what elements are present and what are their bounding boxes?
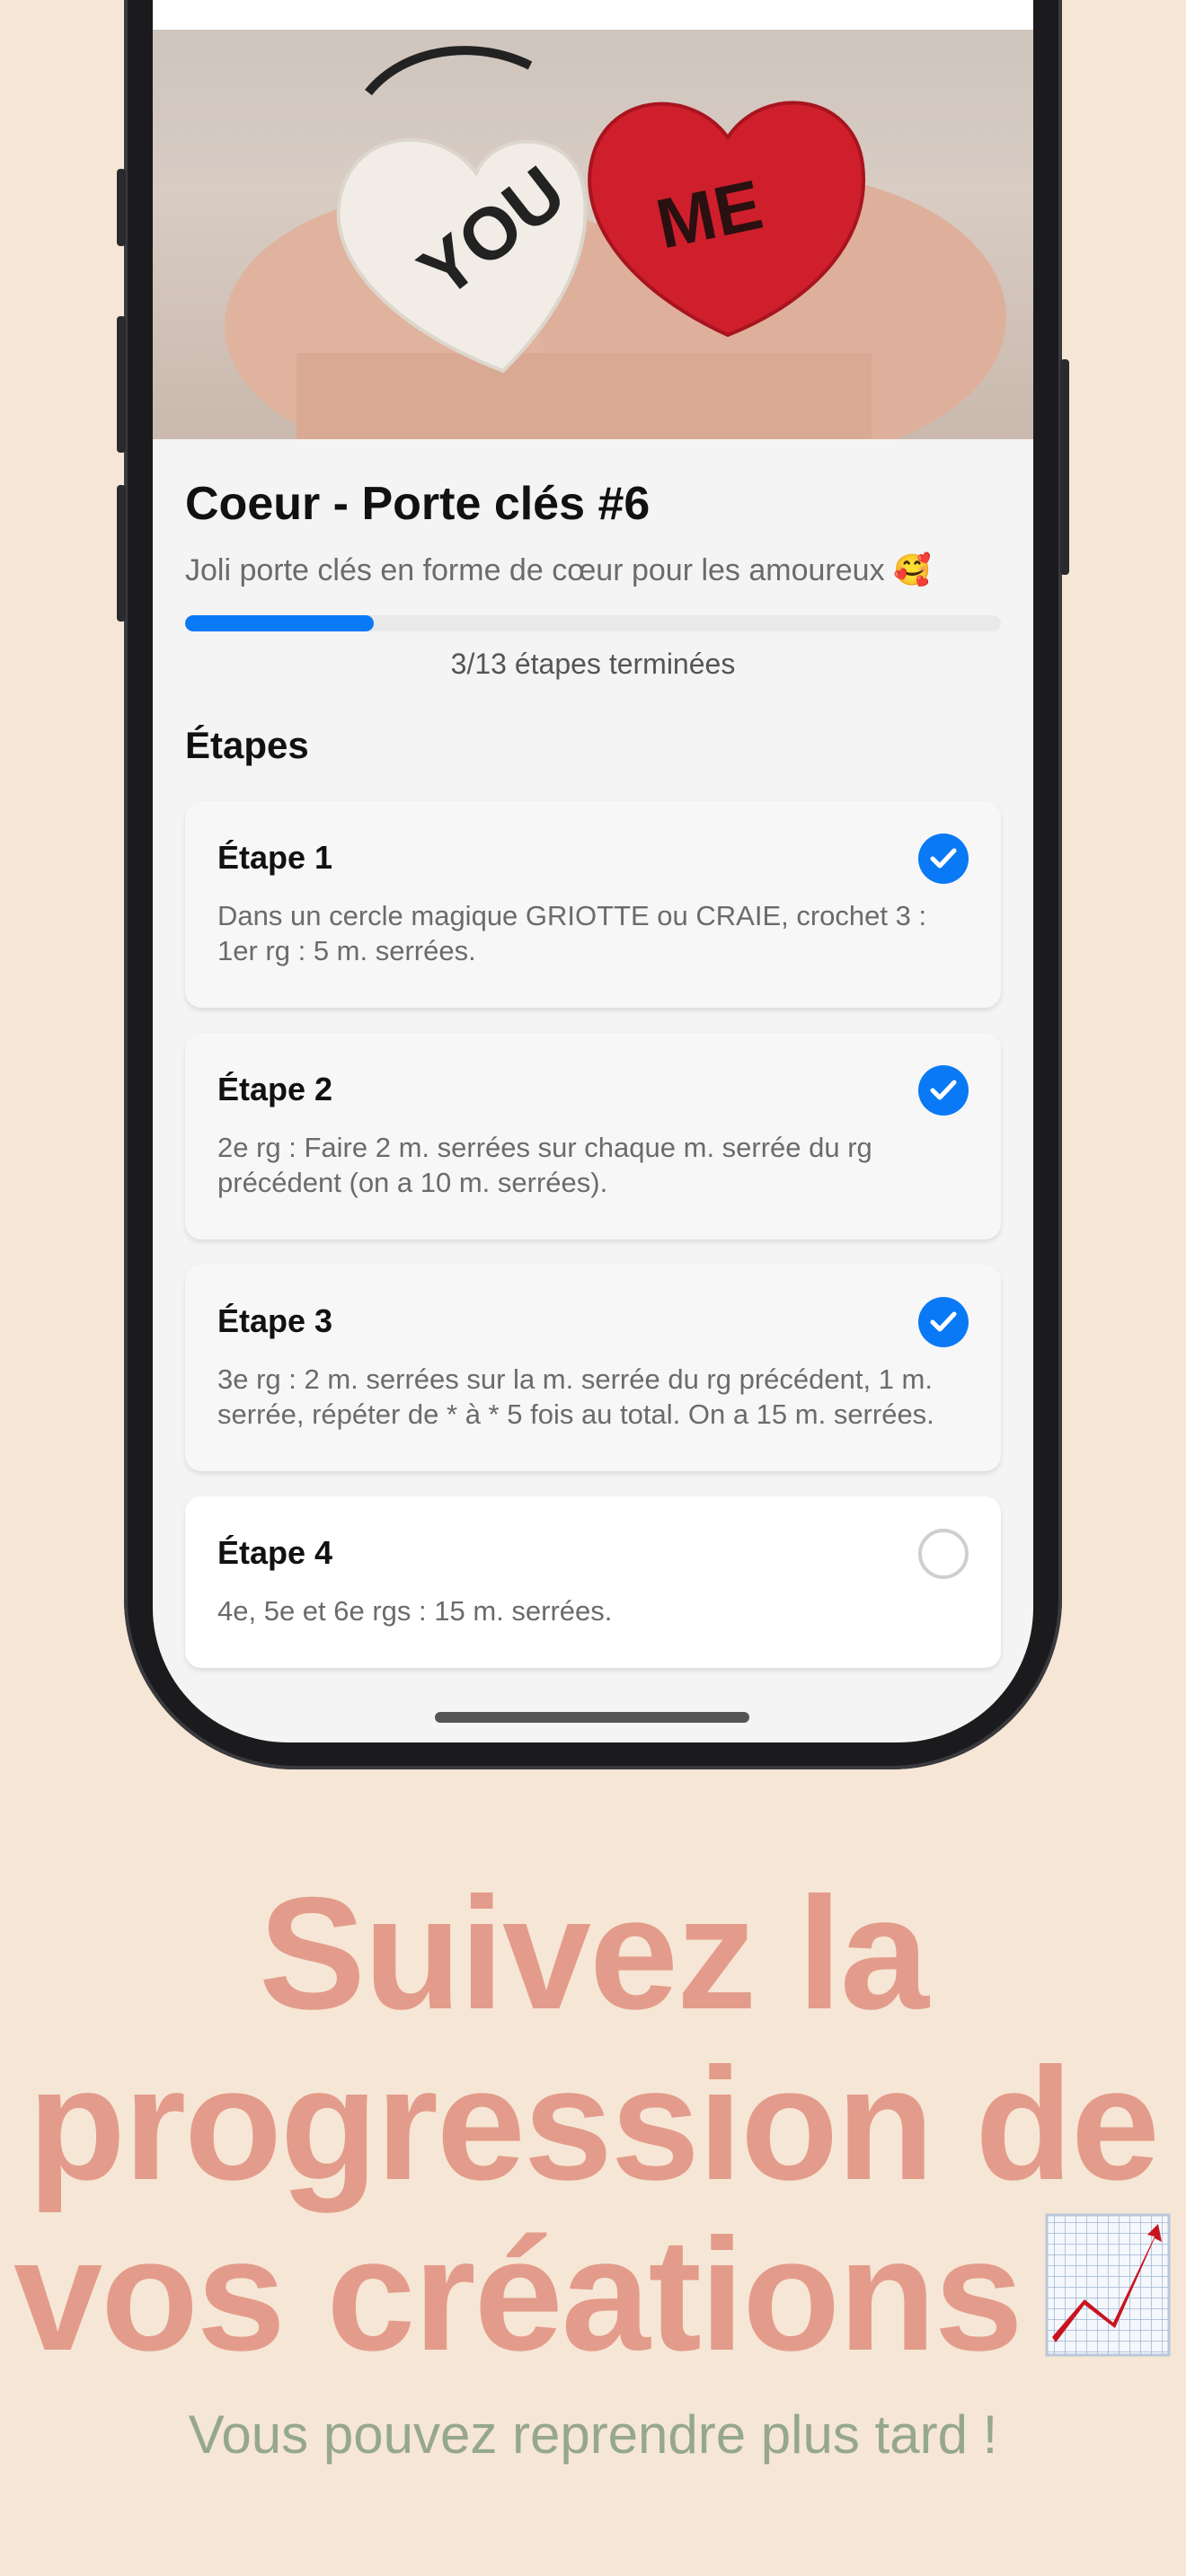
step-card-4[interactable]: Étape 4 4e, 5e et 6e rgs : 15 m. serrées…	[185, 1496, 1001, 1668]
project-detail-content: Coeur - Porte clés #6 Joli porte clés en…	[185, 439, 1001, 1693]
headline-line-2: progression de	[28, 2034, 1160, 2213]
project-title: Coeur - Porte clés #6	[185, 478, 651, 530]
step-description: 4e, 5e et 6e rgs : 15 m. serrées.	[217, 1595, 613, 1627]
step-unchecked-icon[interactable]	[918, 1529, 969, 1579]
step-description: 3e rg : 2 m. serrées sur la m. serrée du…	[217, 1363, 934, 1430]
step-checked-icon[interactable]	[918, 1297, 969, 1347]
home-indicator[interactable]	[435, 1712, 749, 1723]
progress-bar	[185, 615, 1001, 631]
steps-list: Étape 1 Dans un cercle magique GRIOTTE o…	[185, 801, 1001, 1668]
crochet-hearts-illustration: YOU ME	[225, 46, 1006, 439]
progress-bar-fill	[185, 615, 374, 631]
step-card-3[interactable]: Étape 3 3e rg : 2 m. serrées sur la m. s…	[185, 1265, 1001, 1471]
chart-increasing-icon	[1045, 2213, 1171, 2357]
headline-line-3: vos créations	[13, 2205, 1023, 2384]
step-title: Étape 1	[217, 839, 333, 876]
headline-line-3-wrap: vos créations	[0, 2210, 1186, 2380]
marketing-headline: Suivez la progression de vos créations	[0, 1868, 1186, 2380]
app-screen: YOU ME Coeur - Porte clés #6 Joli porte …	[153, 0, 1033, 1742]
step-card-2[interactable]: Étape 2 2e rg : Faire 2 m. serrées sur c…	[185, 1033, 1001, 1239]
step-description: 2e rg : Faire 2 m. serrées sur chaque m.…	[217, 1132, 872, 1198]
progress-label: 3/13 étapes terminées	[450, 648, 736, 680]
project-description: Joli porte clés en forme de cœur pour le…	[185, 553, 932, 587]
marketing-tagline: Vous pouvez reprendre plus tard !	[188, 2404, 998, 2465]
step-checked-icon[interactable]	[918, 834, 969, 884]
headline-line-1: Suivez la	[259, 1864, 929, 2042]
phone-side-button-left-1	[117, 169, 126, 246]
project-hero-image: YOU ME	[153, 30, 1033, 439]
step-description: Dans un cercle magique GRIOTTE ou CRAIE,…	[217, 900, 927, 966]
step-card-1[interactable]: Étape 1 Dans un cercle magique GRIOTTE o…	[185, 801, 1001, 1008]
step-title: Étape 2	[217, 1071, 333, 1107]
phone-side-button-left-3	[117, 485, 126, 622]
step-title: Étape 3	[217, 1302, 333, 1339]
navigation-bar	[153, 0, 1033, 30]
step-title: Étape 4	[217, 1534, 333, 1571]
phone-side-button-right	[1060, 359, 1069, 575]
steps-section-title: Étapes	[185, 724, 309, 766]
phone-side-button-left-2	[117, 316, 126, 453]
step-checked-icon[interactable]	[918, 1065, 969, 1116]
